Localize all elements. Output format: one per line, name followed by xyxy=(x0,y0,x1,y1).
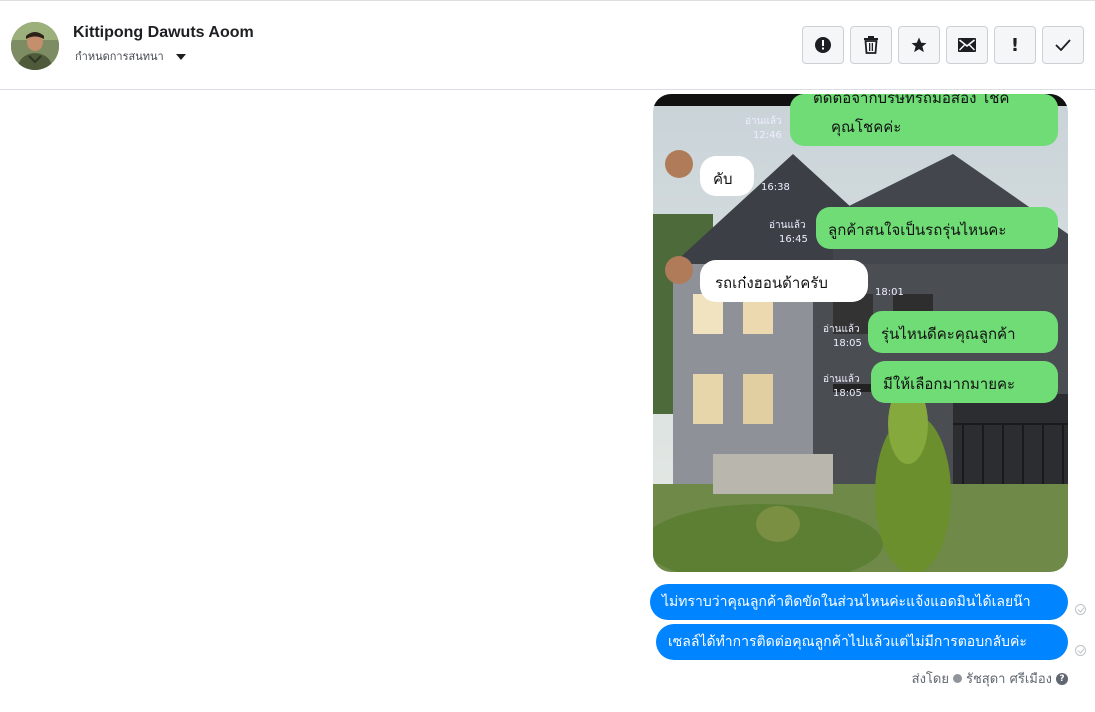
delete-button[interactable] xyxy=(850,26,892,64)
chat-time-4: 16:45 xyxy=(779,234,808,245)
message-bubble[interactable]: เซลล์ได้ทำการติดต่อคุณลูกค้าไปแล้วแต่ไม่… xyxy=(656,624,1068,660)
envelope-icon xyxy=(958,38,976,52)
conversation-header: Kittipong Dawuts Aoom กำหนดการสนทนา ! xyxy=(0,1,1095,90)
shared-image[interactable]: ติดต่อจากบริษัทรถมือสอง โชค คุณโชคค่ะ อ่… xyxy=(653,94,1068,572)
help-icon[interactable]: ? xyxy=(1056,672,1068,685)
chat-meta-1: อ่านแล้ว xyxy=(745,115,782,127)
star-icon xyxy=(911,37,927,53)
priority-button[interactable]: ! xyxy=(994,26,1036,64)
chat-meta-7: อ่านแล้ว xyxy=(823,373,860,385)
exclamation-icon: ! xyxy=(1010,34,1020,56)
chat-line-4: ลูกค้าสนใจเป็นรถรุ่นไหนคะ xyxy=(828,220,1006,240)
chat-line-2: คุณโชคค่ะ xyxy=(831,118,901,137)
message-bubble[interactable]: ไม่ทราบว่าคุณลูกค้าติดขัดในส่วนไหนค่ะแจ้… xyxy=(650,584,1068,620)
spam-button[interactable] xyxy=(802,26,844,64)
contact-name[interactable]: Kittipong Dawuts Aoom xyxy=(73,24,254,42)
chat-line-6: รุ่นไหนดีคะคุณลูกค้า xyxy=(881,325,1016,344)
chat-meta-5: 18:01 xyxy=(875,287,904,298)
chat-meta-4: อ่านแล้ว xyxy=(769,219,806,231)
sent-by-prefix: ส่งโดย xyxy=(911,672,949,687)
conversation-label-dropdown[interactable]: กำหนดการสนทนา xyxy=(75,47,186,65)
chat-time-6: 18:05 xyxy=(833,338,862,349)
sender-status-icon xyxy=(952,674,962,683)
chat-line-7: มีให้เลือกมากมายคะ xyxy=(883,375,1015,393)
conversation-label: กำหนดการสนทนา xyxy=(75,51,164,63)
sent-by-label: ส่งโดย รัชสุดา ศรีเมือง ? xyxy=(912,668,1068,689)
chat-meta-3: 16:38 xyxy=(761,182,790,193)
alert-circle-icon xyxy=(815,37,831,53)
chat-line-5: รถเก๋งฮอนด้าครับ xyxy=(715,274,828,292)
chat-meta-6: อ่านแล้ว xyxy=(823,323,860,335)
done-button[interactable] xyxy=(1042,26,1084,64)
chat-line-3: คับ xyxy=(713,170,733,188)
contact-avatar[interactable] xyxy=(11,22,59,70)
chat-time-7: 18:05 xyxy=(833,388,862,399)
delivered-check-icon xyxy=(1075,604,1086,615)
star-button[interactable] xyxy=(898,26,940,64)
header-actions: ! xyxy=(802,26,1084,64)
chat-line-1: ติดต่อจากบริษัทรถมือสอง โชค xyxy=(813,94,1009,107)
chat-meta-2: 12:46 xyxy=(753,130,782,141)
caret-down-icon xyxy=(175,53,186,60)
checkmark-icon xyxy=(1055,39,1071,51)
sender-name[interactable]: รัชสุดา ศรีเมือง xyxy=(966,668,1052,689)
mark-unread-button[interactable] xyxy=(946,26,988,64)
trash-icon xyxy=(864,36,878,54)
delivered-check-icon xyxy=(1075,645,1086,656)
